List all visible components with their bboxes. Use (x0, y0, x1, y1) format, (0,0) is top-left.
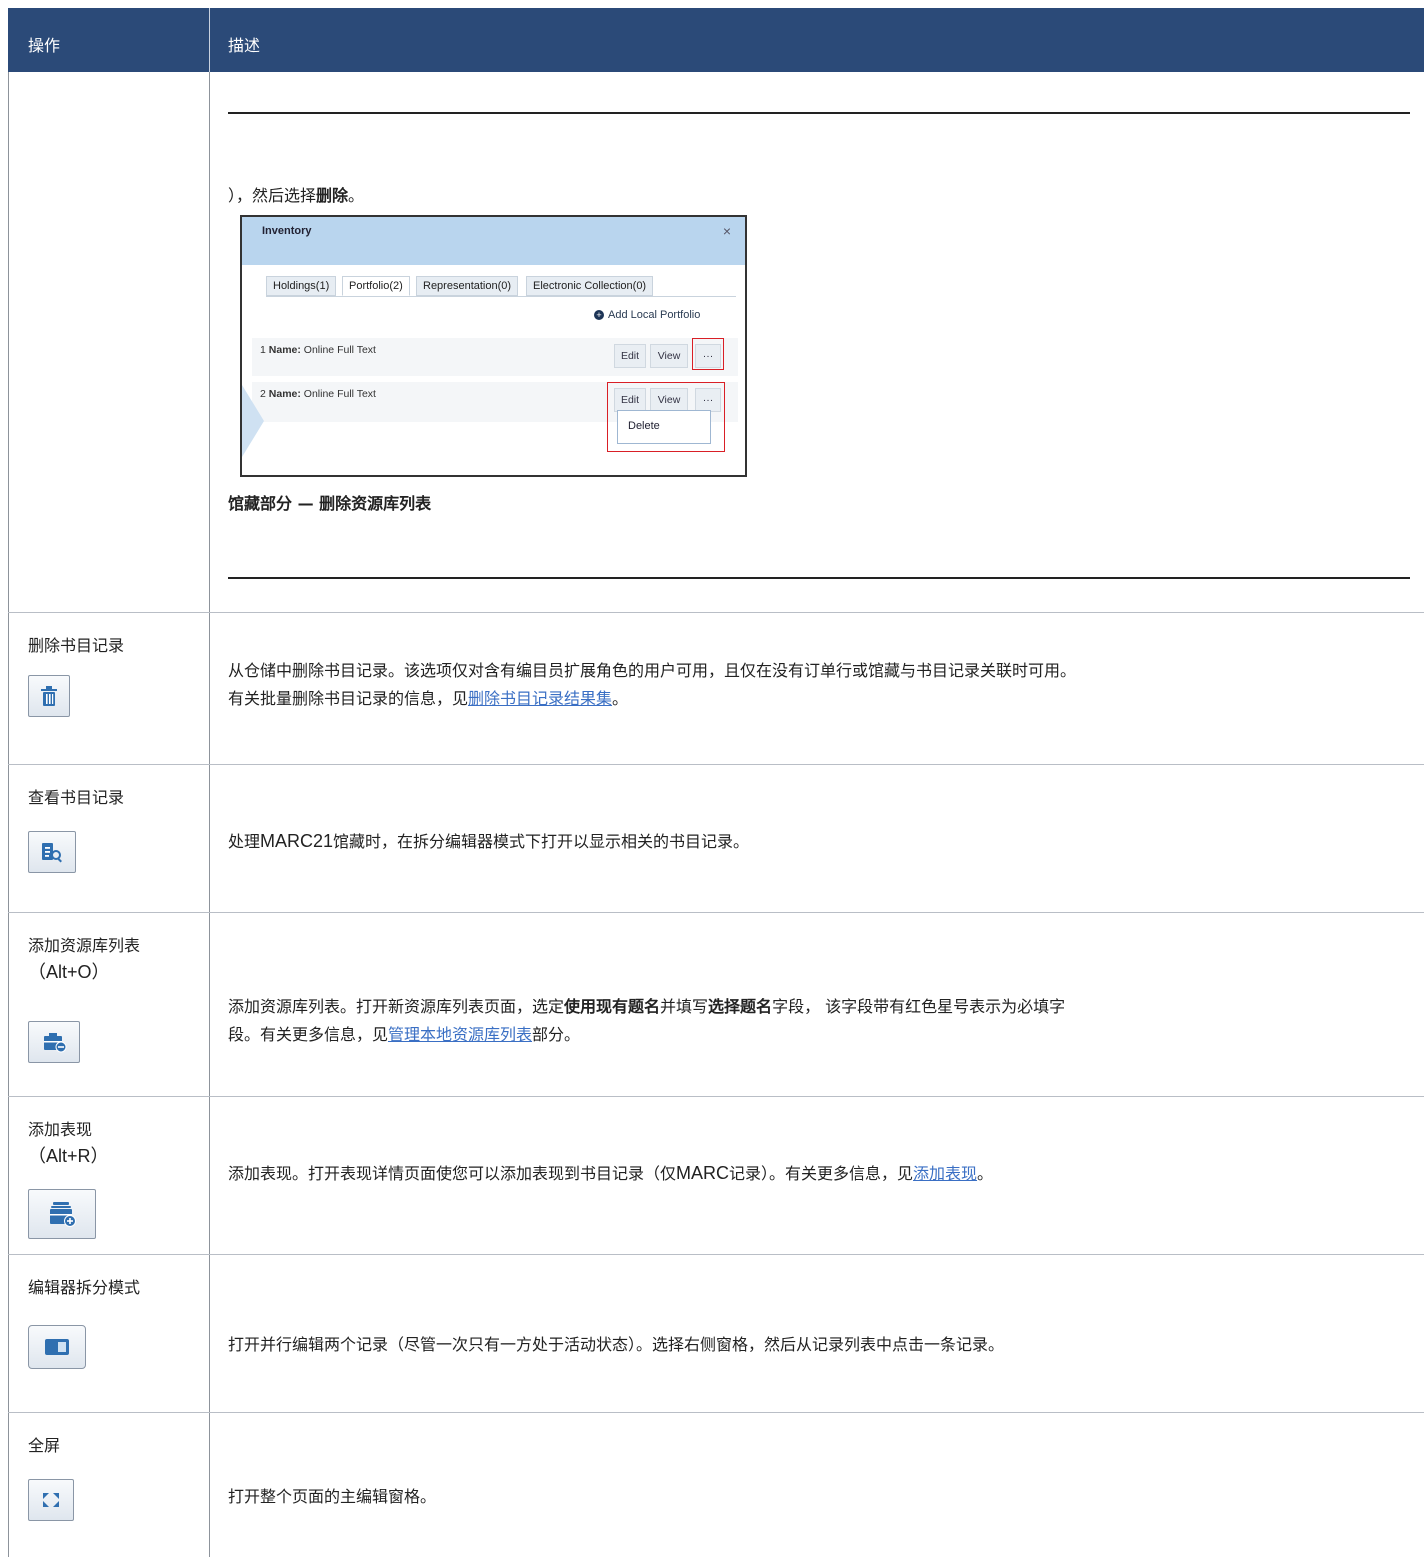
table-row-delete-bib: 删除书目记录 从仓储中删除书目记录。该选项仅对含有编目员扩展角色的用户可用，且仅… (8, 612, 1424, 765)
header-description: 描述 (228, 36, 261, 55)
table-row-fullscreen: 全屏 打开整个页面的主编辑窗格。 (8, 1412, 1424, 1558)
decorative-arrow (242, 385, 264, 457)
add-representation-icon[interactable] (28, 1189, 96, 1239)
tab-representation[interactable]: Representation(0) (416, 276, 519, 296)
table-header: 操作 描述 (8, 8, 1424, 72)
op-fullscreen: 全屏 (28, 1436, 61, 1455)
op-view-bib: 查看书目记录 (28, 788, 125, 807)
section-rule-top (228, 112, 1410, 114)
desc-fullscreen: 打开整个页面的主编辑窗格。 (228, 1487, 437, 1506)
tab-electronic-collection[interactable]: Electronic Collection(0) (526, 276, 654, 296)
op-delete-bib: 删除书目记录 (28, 636, 125, 655)
header-operation: 操作 (28, 36, 61, 55)
header-divider (209, 8, 210, 72)
table-row-view-bib: 查看书目记录 处理MARC21馆藏时，在拆分编辑器模式下打开以显示相关的书目记录… (8, 764, 1424, 913)
tab-portfolio[interactable]: Portfolio(2) (342, 276, 410, 296)
split-pane-icon[interactable] (28, 1325, 86, 1369)
table-row-add-representation: 添加表现 （Alt+R） 添加表现。打开表现详情页面使您可以添加表现到书目记录（… (8, 1096, 1424, 1255)
inventory-title: Inventory (262, 225, 312, 237)
op-add-portfolio: 添加资源库列表 （Alt+O） (28, 933, 140, 985)
close-icon[interactable]: × (723, 223, 731, 239)
add-local-portfolio-button[interactable]: + Add Local Portfolio (594, 309, 700, 321)
portfolio-item: 1 Name: Online Full Text Edit View ··· (252, 338, 738, 376)
edit-button[interactable]: Edit (614, 344, 646, 368)
table-row-split-editor: 编辑器拆分模式 打开并行编辑两个记录（尽管一次只有一方处于活动状态）。选择右侧窗… (8, 1254, 1424, 1413)
op-split-editor: 编辑器拆分模式 (28, 1278, 141, 1297)
trash-icon[interactable] (28, 675, 70, 717)
inventory-screenshot: Inventory × Holdings(1) Portfolio(2) Rep… (240, 215, 747, 477)
desc-delete-bib: 从仓储中删除书目记录。该选项仅对含有编目员扩展角色的用户可用，且仅在没有订单行或… (228, 661, 1077, 708)
desc-add-portfolio: 添加资源库列表。打开新资源库列表页面，选定使用现有题名并填写选择题名字段， 该字… (228, 997, 1066, 1044)
desc-split-editor: 打开并行编辑两个记录（尽管一次只有一方处于活动状态）。选择右侧窗格，然后从记录列… (228, 1335, 1005, 1354)
link-delete-bib-set[interactable]: 删除书目记录结果集 (468, 689, 612, 708)
desc-add-representation: 添加表现。打开表现详情页面使您可以添加表现到书目记录（仅MARC记录）。有关更多… (228, 1163, 994, 1183)
tab-holdings[interactable]: Holdings(1) (266, 276, 337, 296)
delete-instruction: ），然后选择删除。 (228, 186, 365, 205)
link-add-representation[interactable]: 添加表现 (913, 1164, 977, 1183)
record-search-icon[interactable] (28, 831, 76, 873)
desc-view-bib: 处理MARC21馆藏时，在拆分编辑器模式下打开以显示相关的书目记录。 (228, 831, 750, 851)
highlight-box (607, 382, 725, 452)
highlight-box (692, 338, 724, 370)
add-portfolio-icon[interactable] (28, 1021, 80, 1063)
shortcut-alt-r: （Alt+R） (28, 1146, 109, 1166)
shortcut-alt-o: （Alt+O） (28, 962, 110, 982)
op-add-representation: 添加表现 （Alt+R） (28, 1117, 109, 1169)
table-row-add-portfolio: 添加资源库列表 （Alt+O） 添加资源库列表。打开新资源库列表页面，选定使用现… (8, 912, 1424, 1097)
fullscreen-icon[interactable] (28, 1479, 74, 1521)
plus-circle-icon: + (594, 310, 604, 320)
tabs-divider (266, 296, 736, 297)
figure-caption: 馆藏部分 — 删除资源库列表 (228, 494, 432, 513)
section-rule-bottom (228, 577, 1410, 579)
view-button[interactable]: View (650, 344, 688, 368)
link-manage-local-portfolios[interactable]: 管理本地资源库列表 (388, 1025, 532, 1044)
inventory-header: Inventory × (242, 217, 745, 265)
